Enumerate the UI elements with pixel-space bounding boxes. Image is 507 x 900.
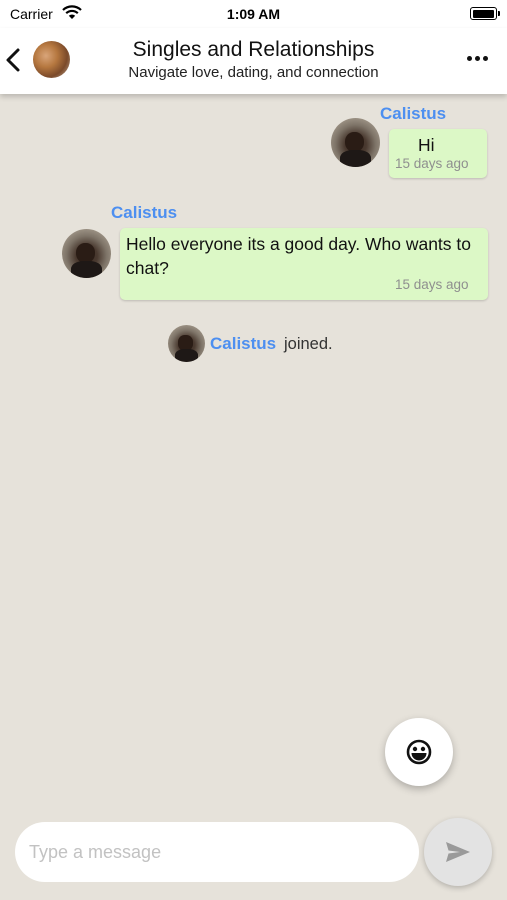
more-dot <box>475 56 480 61</box>
status-time: 1:09 AM <box>226 6 281 22</box>
message-sender[interactable]: Calistus <box>111 203 177 223</box>
avatar[interactable] <box>331 118 380 167</box>
message-input-container[interactable] <box>15 822 419 882</box>
chat-header: Singles and Relationships Navigate love,… <box>0 28 507 94</box>
message-timestamp: 15 days ago <box>395 156 469 171</box>
more-options-button[interactable] <box>467 56 491 64</box>
message-timestamp: 15 days ago <box>395 277 469 292</box>
more-horizontal-icon <box>467 56 472 61</box>
send-button[interactable] <box>424 818 492 886</box>
more-dot <box>483 56 488 61</box>
message-text: Hi <box>418 135 435 155</box>
status-bar: Carrier 1:09 AM <box>0 0 507 28</box>
send-icon <box>446 842 470 862</box>
battery-level <box>472 9 494 18</box>
joined-user-name[interactable]: Calistus <box>210 334 276 354</box>
message-bubble[interactable]: Hi 15 days ago <box>389 129 487 178</box>
page-title[interactable]: Singles and Relationships <box>0 38 507 62</box>
page-subtitle: Navigate love, dating, and connection <box>128 64 379 81</box>
avatar[interactable] <box>168 325 205 362</box>
message-text: Hello everyone its a good day. Who wants… <box>126 234 472 278</box>
message-input[interactable] <box>29 822 409 882</box>
avatar[interactable] <box>62 229 111 278</box>
message-bubble[interactable]: Hello everyone its a good day. Who wants… <box>120 228 488 300</box>
battery-icon <box>470 7 500 20</box>
emoji-face-icon <box>406 739 432 765</box>
message-sender[interactable]: Calistus <box>380 104 446 124</box>
joined-label: joined. <box>284 335 333 353</box>
emoji-button[interactable] <box>385 718 453 786</box>
